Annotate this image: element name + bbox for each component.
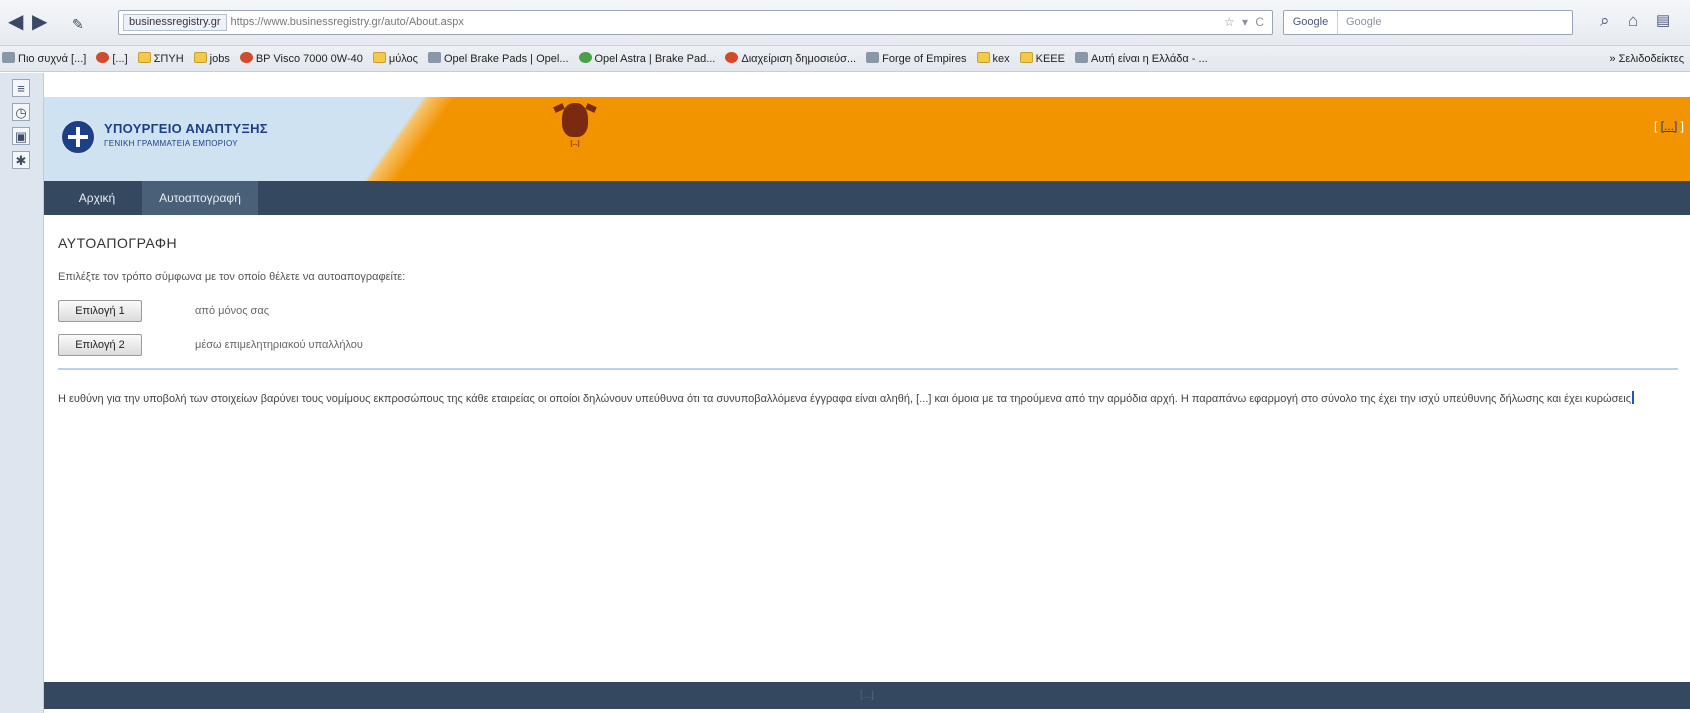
bookmarks-sidebar-icon[interactable]: ≡ [12,79,30,97]
search-input[interactable]: Google [1338,16,1381,28]
option-2-description: μέσω επιμελητηριακού υπαλλήλου [195,339,363,351]
bookmark-item[interactable]: kex [976,46,1010,71]
favicon-icon [96,52,110,63]
browser-sidebar: ≡ ◷ ▣ ✱ [0,73,44,713]
identity-icon[interactable]: ✎ [72,14,84,34]
bookmark-item[interactable]: Forge of Empires [866,46,967,71]
favicon-icon [1074,52,1088,63]
bookmark-label: kex [992,53,1010,65]
bookmark-label: Πιο συχνά [...] [18,53,87,65]
folder-icon [193,52,207,63]
bookmarks-list: Πιο συχνά [...] [...] ΣΠΥΗ jobs BP Visco 700… [2,46,1532,71]
folder-icon [137,52,151,63]
folder-icon [1019,52,1033,63]
history-icon[interactable]: ◷ [12,103,30,121]
bookmark-item[interactable]: μύλος [372,46,418,71]
forward-arrow-icon[interactable]: ▶ [32,12,47,32]
bookmark-label: Opel Brake Pads | Opel... [443,53,569,65]
favicon-icon [866,52,880,63]
ministry-subtitle: ΓΕΝΙΚΗ ΓΡΑΜΜΑΤΕΙΑ ΕΜΠΟΡΙΟΥ [104,139,238,148]
login-bracket-close: ] [1677,119,1684,133]
bookmark-label: jobs [209,53,230,65]
favicon-icon [725,52,739,63]
site-header: ΥΠΟΥΡΓΕΙΟ ΑΝΑΠΤΥΞΗΣ ΓΕΝΙΚΗ ΓΡΑΜΜΑΤΕΙΑ ΕΜ… [44,97,1690,181]
browser-navigation-bar: ◀ ▶ ✎ businessregistry.gr https://www.bus… [0,0,1690,46]
bookmark-label: Αυτή είναι η Ελλάδα - ... [1090,53,1208,65]
text-caret [1632,391,1635,404]
registry-logo: [...] [534,103,616,175]
bookmark-item[interactable]: Διαχείριση δημοσιεύσ... [725,46,857,71]
bookmark-item[interactable]: Πιο συχνά [...] [2,46,87,71]
hermes-head-icon [562,103,588,137]
bookmark-label: μύλος [388,53,418,65]
favicon-icon [2,52,15,63]
site-footer: [...] [44,682,1690,709]
web-page: ΥΠΟΥΡΓΕΙΟ ΑΝΑΠΤΥΞΗΣ ΓΕΝΙΚΗ ΓΡΑΜΜΑΤΕΙΑ ΕΜ… [44,73,1690,713]
page-title: ΑΥΤΟΑΠΟΓΡΑΦΗ [58,235,178,251]
bookmark-item[interactable]: ΚΕΕΕ [1019,46,1065,71]
home-icon[interactable]: ⌂ [1628,10,1638,32]
registry-logo-text: [...] [570,141,580,147]
bookmark-item[interactable]: Αυτή είναι η Ελλάδα - ... [1074,46,1208,71]
divider [58,368,1678,370]
all-bookmarks-button[interactable]: » Σελιδοδείκτες [1609,46,1684,71]
tabs-icon[interactable]: ▣ [12,127,30,145]
url-text[interactable]: https://www.businessregistry.gr/auto/Abo… [231,16,464,28]
menu-item-self-registration[interactable]: Αυτοαπογραφή [142,181,258,215]
login-bracket-open: [ [1653,119,1661,133]
favicon-icon [239,52,253,63]
login-link-wrapper: [ [...] ] [1654,119,1684,133]
bookmark-item[interactable]: [...] [96,46,128,71]
favicon-icon [578,52,592,63]
bookmark-label: Forge of Empires [882,53,967,65]
disclaimer-text: Η ευθύνη για την υποβολή των στοιχείων β… [58,393,1632,405]
url-bar-actions[interactable]: ☆ ▾ C [1224,11,1266,34]
bookmark-label: Διαχείριση δημοσιεύσ... [741,53,857,65]
menu-item-home[interactable]: Αρχική [58,181,136,215]
bookmark-item[interactable]: Opel Astra | Brake Pad... [578,46,716,71]
favicon-icon [427,52,441,63]
bookmark-label: BP Visco 7000 0W-40 [255,53,363,65]
option-1-button[interactable]: Επιλογή 1 [58,300,142,322]
url-bar[interactable]: businessregistry.gr https://www.businessr… [118,10,1273,35]
bookmark-item[interactable]: Opel Brake Pads | Opel... [427,46,569,71]
site-identity-badge[interactable]: businessregistry.gr [123,14,227,31]
ministry-emblem-icon [60,119,96,155]
disclaimer-paragraph: Η ευθύνη για την υποβολή των στοιχείων β… [58,389,1678,410]
option-2-button[interactable]: Επιλογή 2 [58,334,142,356]
folder-icon [976,52,990,63]
login-link[interactable]: [...] [1661,119,1678,133]
ministry-name: ΥΠΟΥΡΓΕΙΟ ΑΝΑΠΤΥΞΗΣ [104,121,268,136]
addons-icon[interactable]: ✱ [12,151,30,169]
main-menu: Αρχική Αυτοαπογραφή [44,181,1690,215]
back-arrow-icon[interactable]: ◀ [8,12,23,32]
bookmark-item[interactable]: BP Visco 7000 0W-40 [239,46,363,71]
search-bar[interactable]: Google Google [1283,10,1573,35]
footer-text: [...] [860,690,874,701]
bookmarks-menu-icon[interactable]: ▤ [1656,10,1670,32]
bookmarks-toolbar: Πιο συχνά [...] [...] ΣΠΥΗ jobs BP Visco 700… [0,46,1690,72]
bookmark-label: ΣΠΥΗ [153,53,184,65]
option-1-description: από μόνος σας [195,305,270,317]
instruction-text: Επιλέξτε τον τρόπο σύμφωνα με τον οποίο … [58,271,406,283]
bookmark-label: ΚΕΕΕ [1035,53,1065,65]
bookmark-item[interactable]: jobs [193,46,230,71]
bookmark-label: Opel Astra | Brake Pad... [594,53,716,65]
bookmark-label: [...] [112,53,128,65]
search-engine-selector[interactable]: Google [1284,11,1338,34]
search-icon[interactable]: ⌕ [1600,10,1610,32]
bookmark-item[interactable]: ΣΠΥΗ [137,46,184,71]
folder-icon [372,52,386,63]
